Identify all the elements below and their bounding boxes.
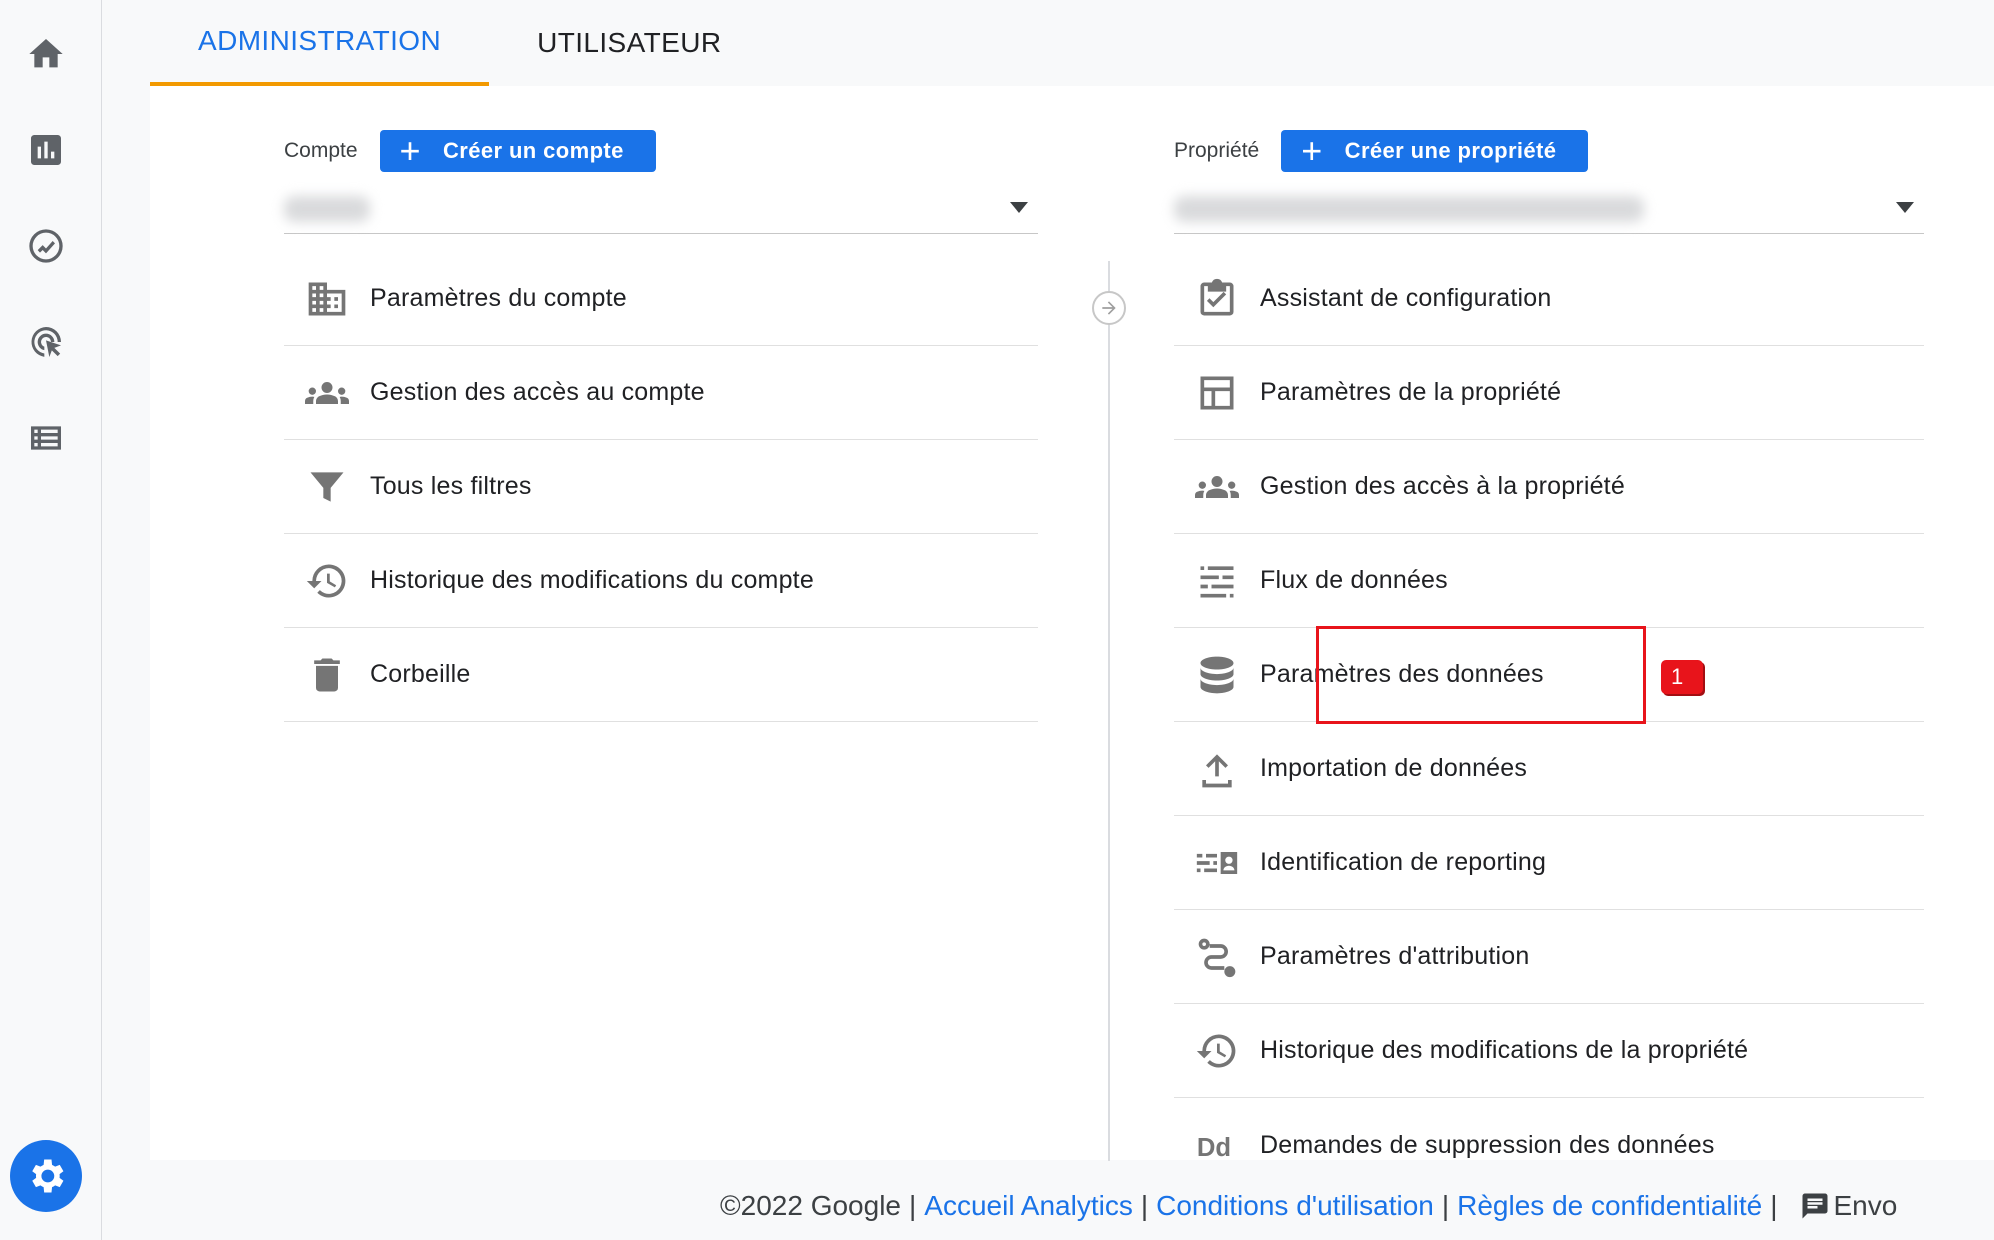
advertising-icon[interactable] [20,316,72,368]
arrow-right-icon [1092,291,1126,325]
left-nav-rail [0,0,102,1240]
feedback-label[interactable]: Envo [1834,1190,1898,1222]
menu-item-label: Identification de reporting [1260,848,1547,876]
configure-icon[interactable] [20,412,72,464]
menu-item-property-settings[interactable]: Paramètres de la propriété [1174,346,1924,440]
property-header: Propriété + Créer une propriété [1174,130,1589,172]
redacted-account-name [284,196,370,222]
plus-icon: + [399,130,421,171]
property-selector[interactable] [1174,182,1924,234]
dropdown-arrow-icon [1010,202,1028,213]
history-icon [1174,1029,1260,1073]
admin-panel: Compte + Créer un compte Paramètres du c… [150,86,1994,1162]
menu-item-label: Importation de données [1260,754,1528,782]
menu-item-label: Historique des modifications du compte [370,566,814,594]
link-privacy[interactable]: Règles de confidentialité [1457,1190,1762,1222]
menu-item-data-deletion-requests[interactable]: Dd Demandes de suppression des données [1174,1098,1924,1192]
menu-item-trash[interactable]: Corbeille [284,628,1038,722]
explore-icon[interactable] [20,220,72,272]
create-property-button[interactable]: + Créer une propriété [1281,130,1589,172]
menu-item-label: Gestion des accès au compte [370,378,705,406]
menu-item-label: Corbeille [370,660,471,688]
tab-administration[interactable]: ADMINISTRATION [150,0,490,86]
menu-item-property-history[interactable]: Historique des modifications de la propr… [1174,1004,1924,1098]
menu-item-label: Assistant de configuration [1260,284,1552,312]
menu-item-label: Paramètres du compte [370,284,627,312]
people-icon [284,371,370,415]
property-label: Propriété [1174,139,1260,162]
menu-item-all-filters[interactable]: Tous les filtres [284,440,1038,534]
reporting-identity-icon [1174,841,1260,885]
menu-item-account-settings[interactable]: Paramètres du compte [284,252,1038,346]
menu-item-label: Flux de données [1260,566,1448,594]
menu-item-account-access[interactable]: Gestion des accès au compte [284,346,1038,440]
menu-item-data-streams[interactable]: Flux de données [1174,534,1924,628]
account-menu: Paramètres du compte Gestion des accès a… [284,252,1038,722]
reports-icon[interactable] [20,124,72,176]
account-label: Compte [284,139,358,162]
upload-icon [1174,747,1260,791]
account-selector[interactable] [284,182,1038,234]
menu-item-label: Tous les filtres [370,472,532,500]
gear-icon[interactable] [10,1140,82,1212]
dropdown-arrow-icon [1896,202,1914,213]
trash-icon [284,653,370,697]
database-icon [1174,653,1260,697]
menu-item-attribution-settings[interactable]: Paramètres d'attribution [1174,910,1924,1004]
data-streams-icon [1174,559,1260,603]
menu-item-account-history[interactable]: Historique des modifications du compte [284,534,1038,628]
create-property-label: Créer une propriété [1344,138,1557,163]
create-account-label: Créer un compte [442,138,624,163]
plus-icon: + [1301,130,1323,171]
copyright: ©2022 Google [720,1190,901,1221]
menu-item-label: Gestion des accès à la propriété [1260,472,1625,500]
building-icon [284,277,370,321]
feedback-icon[interactable] [1800,1191,1830,1221]
menu-item-label: Historique des modifications de la propr… [1260,1036,1749,1064]
account-header: Compte + Créer un compte [284,130,656,172]
menu-item-label: Paramètres d'attribution [1260,942,1530,970]
menu-item-property-access[interactable]: Gestion des accès à la propriété [1174,440,1924,534]
tab-utilisateur[interactable]: UTILISATEUR [489,0,769,86]
menu-item-data-settings[interactable]: Paramètres des données [1174,628,1924,722]
admin-tabs: ADMINISTRATION UTILISATEUR [150,0,769,86]
svg-text:Dd: Dd [1197,1134,1231,1162]
separator: | [1140,1190,1149,1221]
layout-icon [1174,371,1260,415]
menu-item-data-import[interactable]: Importation de données [1174,722,1924,816]
filter-icon [284,465,370,509]
footer: ©2022 Google | Accueil Analytics | Condi… [720,1190,1897,1222]
menu-item-reporting-identity[interactable]: Identification de reporting [1174,816,1924,910]
menu-item-label: Paramètres de la propriété [1260,378,1562,406]
link-analytics-home[interactable]: Accueil Analytics [924,1190,1133,1222]
menu-item-label: Paramètres des données [1260,660,1544,688]
step-badge: 1 [1661,660,1703,694]
redacted-property-name [1174,196,1644,222]
people-icon [1174,465,1260,509]
menu-item-setup-assistant[interactable]: Assistant de configuration [1174,252,1924,346]
separator: | [1770,1190,1778,1221]
attribution-icon [1174,935,1260,979]
dd-icon: Dd [1174,1123,1260,1167]
property-menu: Assistant de configuration Paramètres de… [1174,252,1924,1192]
separator: | [909,1190,917,1221]
create-account-button[interactable]: + Créer un compte [379,130,656,172]
history-icon [284,559,370,603]
separator: | [1441,1190,1450,1221]
menu-item-label: Demandes de suppression des données [1260,1130,1715,1159]
home-icon[interactable] [20,28,72,80]
column-divider [1108,261,1110,1161]
checklist-icon [1174,277,1260,321]
link-terms[interactable]: Conditions d'utilisation [1156,1190,1434,1222]
